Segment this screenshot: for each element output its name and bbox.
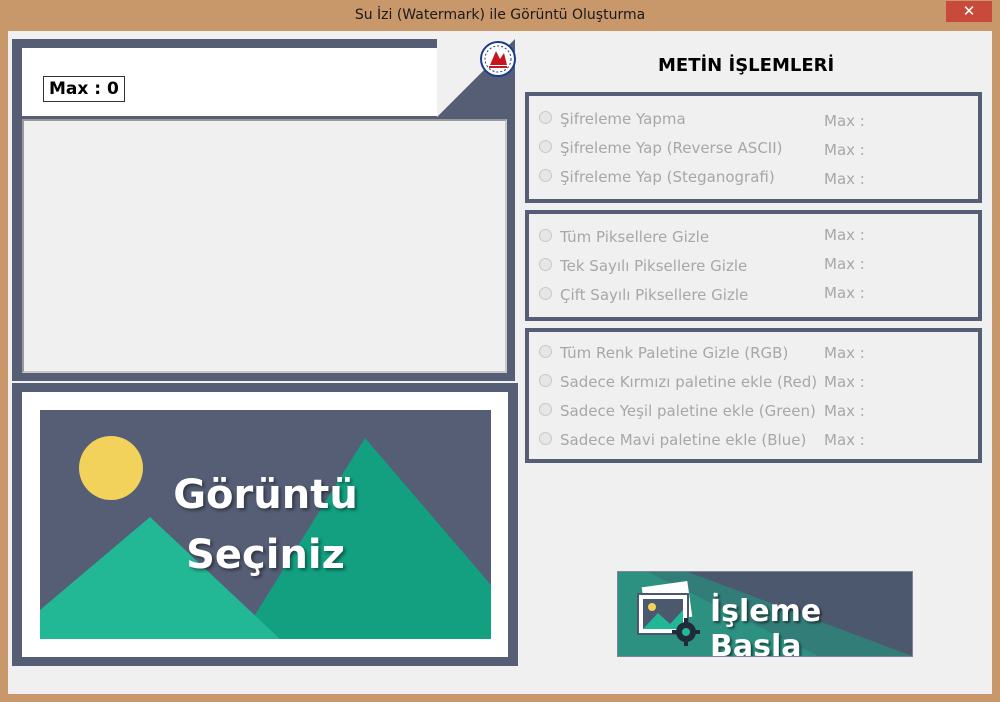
max-label: Max :	[824, 170, 865, 188]
option-rgb[interactable]: Tüm Renk Paletine Gizle (RGB)	[539, 342, 788, 364]
radio-icon	[539, 258, 552, 271]
image-panel: Görüntü Seçiniz	[12, 383, 518, 666]
image-frame: Görüntü Seçiniz	[22, 392, 508, 657]
radio-icon	[539, 287, 552, 300]
close-icon: ✕	[962, 2, 976, 20]
radio-icon	[539, 403, 552, 416]
option-label: Sadece Mavi paletine ekle (Blue)	[560, 431, 807, 449]
image-label-line2: Seçiniz	[186, 532, 345, 578]
option-red[interactable]: Sadece Kırmızı paletine ekle (Red)	[539, 371, 817, 393]
start-button-label: İşleme Başla	[710, 594, 822, 656]
image-gallery-icon	[637, 580, 700, 646]
max-label: Max :	[824, 431, 865, 449]
option-no-encryption[interactable]: Şifreleme Yapma	[539, 108, 686, 130]
max-label: Max :	[824, 255, 865, 273]
option-odd-pixels[interactable]: Tek Sayılı Piksellere Gizle	[539, 255, 747, 277]
option-blue[interactable]: Sadece Mavi paletine ekle (Blue)	[539, 429, 806, 451]
window-bottom-border	[0, 694, 1000, 702]
radio-icon	[539, 432, 552, 445]
option-green[interactable]: Sadece Yeşil paletine ekle (Green)	[539, 400, 816, 422]
section-title: METİN İŞLEMLERİ	[658, 55, 835, 76]
image-label-line1: Görüntü	[173, 472, 358, 518]
option-label: Sadece Yeşil paletine ekle (Green)	[560, 402, 816, 420]
radio-icon	[539, 345, 552, 358]
option-label: Çift Sayılı Piksellere Gizle	[560, 286, 749, 304]
option-reverse-ascii[interactable]: Şifreleme Yap (Reverse ASCII)	[539, 137, 783, 159]
max-label: Max :	[824, 226, 865, 244]
window-title: Su İzi (Watermark) ile Görüntü Oluşturma	[354, 7, 646, 23]
landscape-placeholder-icon	[40, 436, 491, 639]
pixel-group: Tüm Piksellere Gizle Max : Tek Sayılı Pi…	[525, 210, 982, 321]
max-label: Max :	[824, 112, 865, 130]
radio-icon	[539, 111, 552, 124]
option-steganography[interactable]: Şifreleme Yap (Steganografi)	[539, 166, 775, 188]
option-all-pixels[interactable]: Tüm Piksellere Gizle	[539, 226, 709, 248]
option-label: Şifreleme Yapma	[560, 110, 686, 128]
radio-icon	[539, 374, 552, 387]
radio-icon	[539, 229, 552, 242]
max-label: Max :	[824, 344, 865, 362]
max-tab: Max : 0	[22, 48, 437, 116]
radio-icon	[539, 169, 552, 182]
start-processing-button[interactable]: İşleme Başla	[618, 572, 912, 656]
max-label: Max :	[824, 373, 865, 391]
option-label: Tek Sayılı Piksellere Gizle	[560, 257, 748, 275]
max-label: Max :	[824, 141, 865, 159]
option-label: Şifreleme Yap (Reverse ASCII)	[560, 139, 783, 157]
title-bar: Su İzi (Watermark) ile Görüntü Oluşturma…	[0, 0, 1000, 32]
text-panel: Max : 0	[12, 39, 515, 381]
option-label: Sadece Kırmızı paletine ekle (Red)	[560, 373, 818, 391]
app-window: Su İzi (Watermark) ile Görüntü Oluşturma…	[0, 0, 1000, 702]
option-even-pixels[interactable]: Çift Sayılı Piksellere Gizle	[539, 284, 748, 306]
radio-icon	[539, 140, 552, 153]
max-counter: Max : 0	[43, 76, 125, 102]
color-palette-group: Tüm Renk Paletine Gizle (RGB) Max : Sade…	[525, 328, 982, 463]
client-area: Max : 0 Görüntü Seçiniz METİN İŞLEMLERİ …	[8, 31, 992, 694]
university-logo-icon	[478, 39, 518, 79]
text-input-area[interactable]	[22, 119, 507, 373]
option-label: Tüm Piksellere Gizle	[560, 228, 710, 246]
option-label: Şifreleme Yap (Steganografi)	[560, 168, 775, 186]
close-button[interactable]: ✕	[946, 1, 992, 22]
max-label: Max :	[824, 402, 865, 420]
encryption-group: Şifreleme Yapma Max : Şifreleme Yap (Rev…	[525, 92, 982, 203]
select-image-button[interactable]: Görüntü Seçiniz	[40, 410, 491, 639]
max-label: Max :	[824, 284, 865, 302]
option-label: Tüm Renk Paletine Gizle (RGB)	[560, 344, 789, 362]
